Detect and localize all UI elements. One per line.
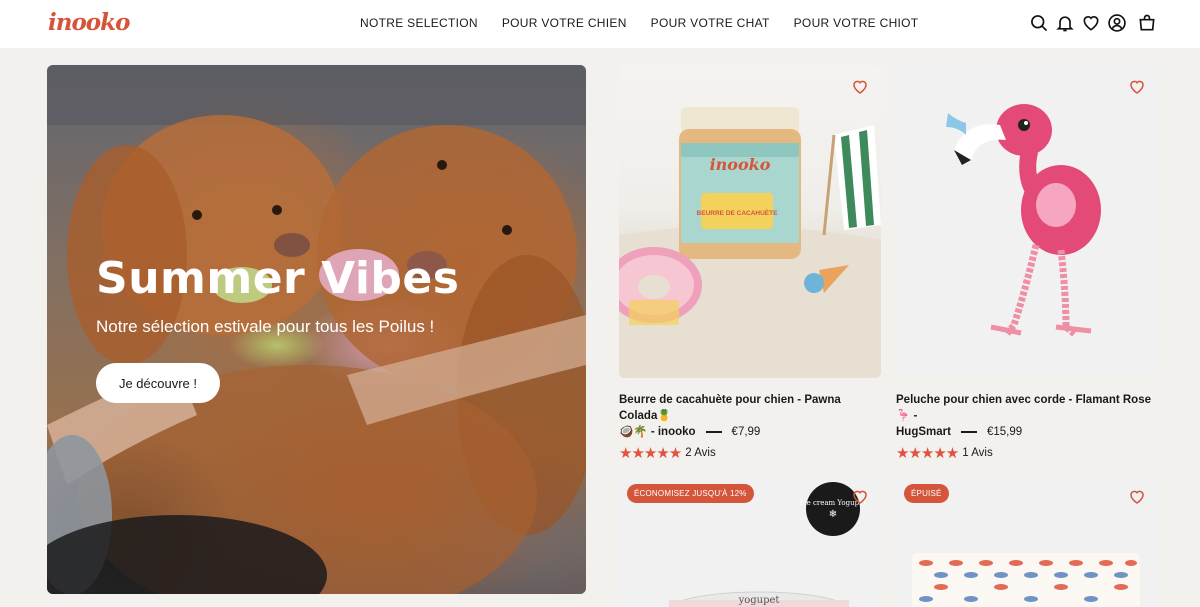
product-rating: ★★★★★ 2 Avis [619,444,881,462]
jar-brand-text: inooko [710,155,771,174]
product-image[interactable] [896,65,1158,378]
bell-icon[interactable] [1054,12,1076,34]
product-vendor: HugSmart [896,426,951,438]
nav-item-chat[interactable]: POUR VOTRE CHAT [651,16,770,30]
product-label: yogupet [738,595,780,606]
jar-label-text: BEURRE DE CACAHUÈTE [697,208,779,217]
product-title[interactable]: Beurre de cacahuète pour chien - Pawna C… [619,392,881,424]
wishlist-heart-icon[interactable] [851,78,869,96]
wishlist-heart-icon[interactable] [1128,488,1146,506]
flamingo-toy-image [946,104,1101,338]
product-image[interactable]: inooko BEURRE DE CACAHUÈTE [619,65,881,378]
product-vendor: 🥥🌴 - inooko [619,426,696,438]
price-separator [705,430,722,433]
review-count[interactable]: 1 Avis [962,447,992,459]
product-price: €15,99 [986,426,1023,438]
product-rating: ★★★★★ 1 Avis [896,444,1158,462]
wishlist-heart-icon[interactable] [1128,78,1146,96]
header-icons [1024,12,1158,34]
nav-item-chiot[interactable]: POUR VOTRE CHIOT [794,16,919,30]
product-card[interactable]: inooko BEURRE DE CACAHUÈTE Beurre de cac… [619,65,881,462]
heart-icon[interactable] [1080,12,1102,34]
product-title[interactable]: Peluche pour chien avec corde - Flamant … [896,392,1158,424]
account-icon[interactable] [1106,12,1128,34]
nav-item-notre-selection[interactable]: NOTRE SELECTION [360,16,478,30]
main-nav: NOTRE SELECTION POUR VOTRE CHIEN POUR VO… [360,16,942,30]
product-price: €7,99 [731,426,761,438]
product-price-line: 🥥🌴 - inooko €7,99 [619,424,881,440]
product-price-line: HugSmart €15,99 [896,424,1158,440]
discount-badge: ÉCONOMISEZ JUSQU'À 12% [627,484,754,503]
hero-banner[interactable]: Summer Vibes Notre sélection estivale po… [47,65,586,594]
rating-stars: ★★★★★ [619,445,682,462]
hero-title: Summer Vibes [96,253,460,304]
hero-cta-button[interactable]: Je découvre ! [96,363,220,403]
wishlist-heart-icon[interactable] [851,488,869,506]
peanut-butter-jar-image: inooko BEURRE DE CACAHUÈTE [619,107,881,378]
cart-icon[interactable] [1136,12,1158,34]
site-header: inooko NOTRE SELECTION POUR VOTRE CHIEN … [0,0,1200,48]
sold-out-badge: ÉPUISÉ [904,484,949,503]
nav-item-chien[interactable]: POUR VOTRE CHIEN [502,16,627,30]
product-card[interactable]: yogupet Ice cream Yogupet ❄ ÉCONOMISEZ J… [619,475,881,607]
svg-text:❄: ❄ [829,509,837,520]
rating-stars: ★★★★★ [896,445,959,462]
search-icon[interactable] [1028,12,1050,34]
product-card[interactable]: ÉPUISÉ [896,475,1158,607]
brand-logo[interactable]: inooko [48,9,130,36]
hero-subtitle: Notre sélection estivale pour tous les P… [96,317,435,336]
price-separator [960,430,977,433]
product-card[interactable]: Peluche pour chien avec corde - Flamant … [896,65,1158,462]
review-count[interactable]: 2 Avis [685,447,715,459]
